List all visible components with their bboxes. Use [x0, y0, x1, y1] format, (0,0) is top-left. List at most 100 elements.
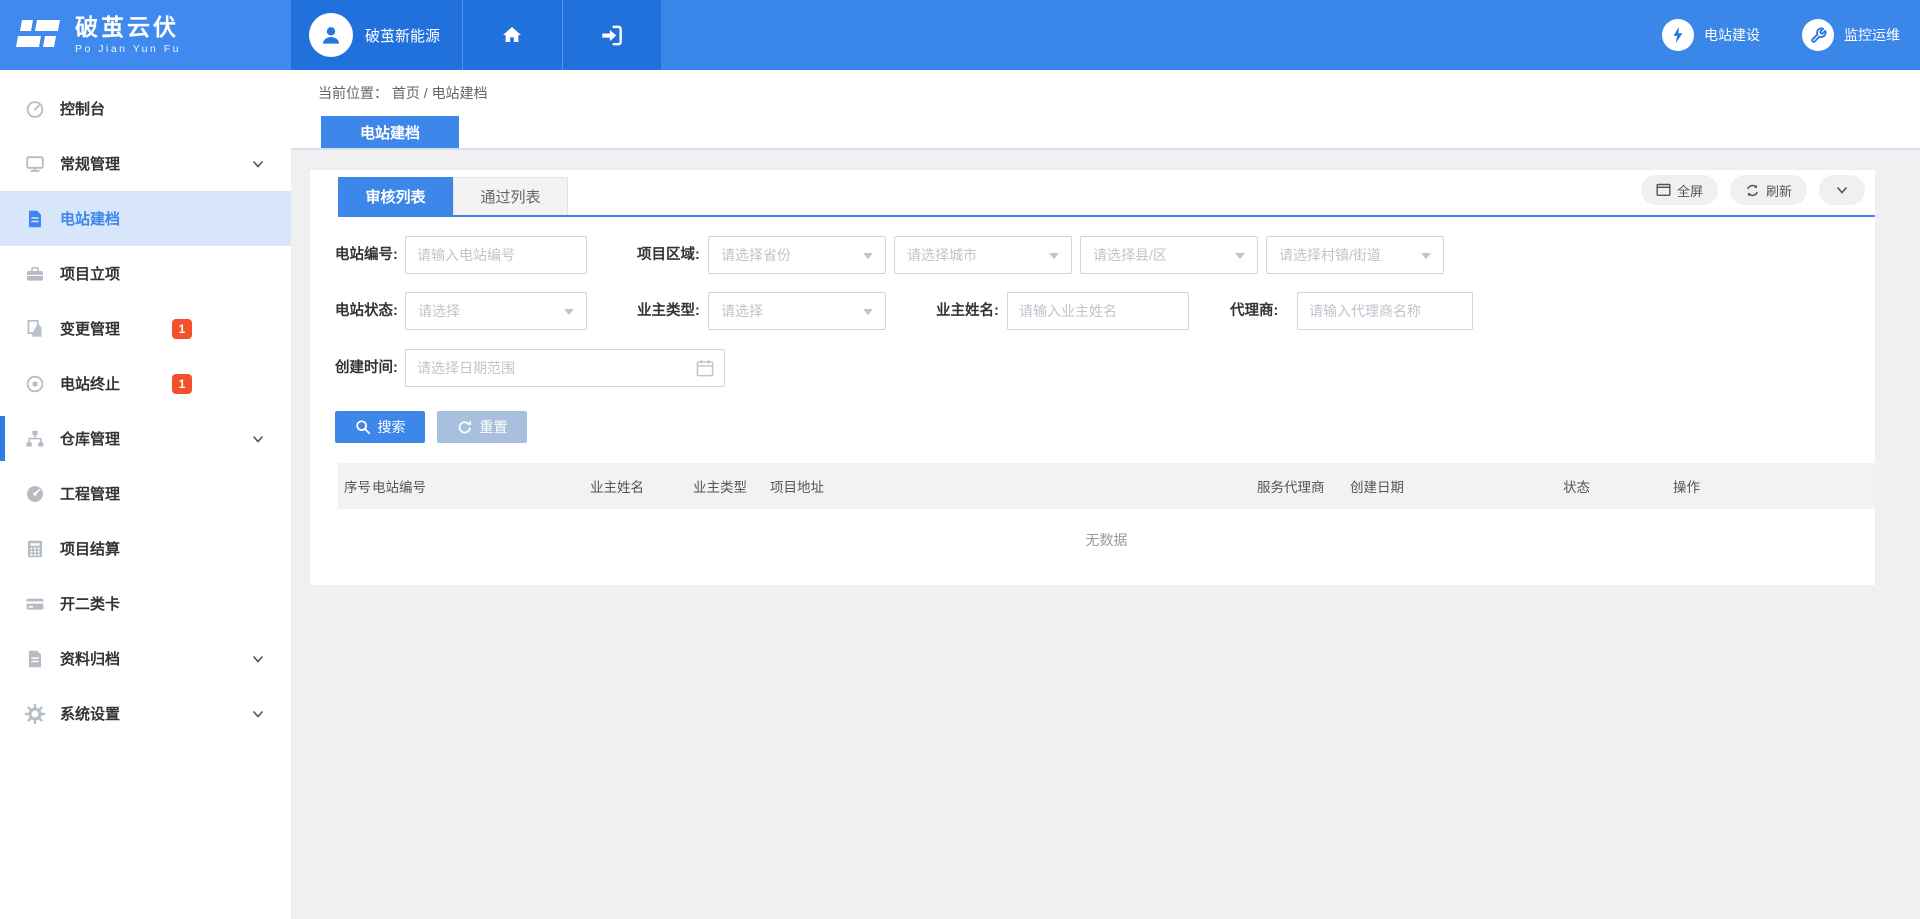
- search-icon: [355, 419, 371, 435]
- refresh-icon: [1745, 183, 1760, 198]
- avatar: [309, 13, 353, 57]
- search-label: 搜索: [378, 417, 406, 437]
- province-select[interactable]: 请选择省份: [708, 236, 886, 274]
- agent-input[interactable]: [1297, 292, 1473, 330]
- credit-card-icon: [25, 594, 45, 614]
- top-header: 破茧云伏 Po Jian Yun Fu 破茧新能源: [0, 0, 1920, 70]
- caret-down-icon: [863, 253, 873, 264]
- owner-name-label: 业主姓名:: [936, 292, 999, 330]
- reset-label: 重置: [480, 417, 508, 437]
- sidebar-item-dashboard[interactable]: 控制台: [0, 81, 291, 136]
- chevron-down-icon: [1835, 183, 1849, 197]
- user-menu[interactable]: 破茧新能源: [291, 0, 462, 70]
- sidebar-item-station-archive[interactable]: 电站建档: [0, 191, 291, 246]
- briefcase-icon: [25, 264, 45, 284]
- col-actions: 操作: [1673, 476, 1875, 496]
- brand: 破茧云伏 Po Jian Yun Fu: [75, 15, 181, 55]
- header-right: 电站建设 监控运维: [661, 0, 1920, 70]
- county-select[interactable]: 请选择县/区: [1080, 236, 1258, 274]
- reset-button[interactable]: 重置: [437, 411, 527, 443]
- filter-row-2: 电站状态: 请选择 业主类型: 请选择 业主姓名: 代理商:: [310, 292, 1875, 330]
- filter-actions: 搜索 重置: [310, 411, 1875, 443]
- monitor-icon: [25, 154, 45, 174]
- sidebar-item-change-management[interactable]: 变更管理 1: [0, 301, 291, 356]
- sidebar-item-label: 电站终止: [60, 373, 172, 394]
- speedometer-icon: [25, 484, 45, 504]
- logout-button[interactable]: [562, 0, 661, 70]
- home-button[interactable]: [463, 0, 562, 70]
- sitemap-icon: [25, 429, 45, 449]
- tab-passed-list[interactable]: 通过列表: [453, 177, 568, 215]
- empty-state: 无数据: [338, 509, 1875, 571]
- caret-down-icon: [863, 309, 873, 320]
- sidebar-item-label: 开二类卡: [60, 593, 265, 614]
- city-select[interactable]: 请选择城市: [894, 236, 1072, 274]
- breadcrumb-prefix: 当前位置：: [318, 85, 388, 101]
- col-index: 序号: [338, 476, 372, 496]
- status-placeholder: 请选择: [418, 301, 460, 321]
- breadcrumb-zone: 当前位置： 首页 / 电站建档 电站建档: [291, 70, 1920, 150]
- fullscreen-label: 全屏: [1677, 181, 1703, 200]
- user-icon: [318, 22, 344, 48]
- panel-tools: 全屏 刷新: [1641, 175, 1865, 205]
- calculator-icon: [25, 539, 45, 559]
- date-range-input[interactable]: [405, 349, 725, 387]
- filter-row-3: 创建时间:: [310, 349, 1875, 387]
- sidebar-item-engineering-management[interactable]: 工程管理: [0, 466, 291, 521]
- sidebar-item-system-settings[interactable]: 系统设置: [0, 686, 291, 741]
- station-status-select[interactable]: 请选择: [405, 292, 587, 330]
- province-placeholder: 请选择省份: [721, 245, 791, 265]
- sidebar-item-data-archive[interactable]: 资料归档: [0, 631, 291, 686]
- sidebar-item-general-management[interactable]: 常规管理: [0, 136, 291, 191]
- gear-icon: [25, 704, 45, 724]
- fullscreen-button[interactable]: 全屏: [1641, 175, 1718, 205]
- sidebar-item-label: 项目结算: [60, 538, 265, 559]
- sidebar: 控制台 常规管理 电站建档: [0, 70, 291, 919]
- window-icon: [1656, 183, 1671, 197]
- col-project-address: 项目地址: [770, 476, 1257, 496]
- module-monitor-ops[interactable]: 监控运维: [1802, 19, 1900, 51]
- owner-type-select[interactable]: 请选择: [708, 292, 886, 330]
- sidebar-item-project-settlement[interactable]: 项目结算: [0, 521, 291, 576]
- col-created-date: 创建日期: [1350, 476, 1563, 496]
- collapse-button[interactable]: [1819, 175, 1865, 205]
- city-placeholder: 请选择城市: [907, 245, 977, 265]
- panel: 审核列表 通过列表 全屏: [310, 170, 1875, 585]
- sidebar-item-label: 仓库管理: [60, 428, 251, 449]
- copy-documents-icon: [25, 319, 45, 339]
- breadcrumb-home[interactable]: 首页: [392, 85, 420, 101]
- caret-down-icon: [1049, 253, 1059, 264]
- sidebar-item-warehouse-management[interactable]: 仓库管理: [0, 411, 291, 466]
- sidebar-item-project-initiation[interactable]: 项目立项: [0, 246, 291, 301]
- sidebar-item-label: 电站建档: [60, 208, 265, 229]
- notification-badge: 1: [172, 319, 192, 339]
- search-button[interactable]: 搜索: [335, 411, 425, 443]
- sidebar-item-label: 工程管理: [60, 483, 265, 504]
- calendar-icon[interactable]: [695, 358, 715, 378]
- tab-review-list[interactable]: 审核列表: [338, 177, 453, 215]
- sidebar-item-label: 常规管理: [60, 153, 251, 174]
- chevron-down-icon: [251, 157, 265, 171]
- breadcrumb-separator: /: [424, 85, 432, 101]
- caret-down-icon: [1235, 253, 1245, 264]
- owner-type-label: 业主类型:: [637, 292, 700, 330]
- sidebar-item-card-opening[interactable]: 开二类卡: [0, 576, 291, 631]
- content: 审核列表 通过列表 全屏: [291, 150, 1920, 585]
- file-icon: [25, 649, 45, 669]
- station-status-label: 电站状态:: [335, 292, 398, 330]
- town-placeholder: 请选择村镇/街道: [1279, 245, 1381, 265]
- sidebar-item-station-termination[interactable]: 电站终止 1: [0, 356, 291, 411]
- refresh-button[interactable]: 刷新: [1730, 175, 1807, 205]
- station-no-input[interactable]: [405, 236, 587, 274]
- data-table: 序号 电站编号 业主姓名 业主类型 项目地址 服务代理商 创建日期 状态 操作 …: [338, 463, 1875, 571]
- logo-area[interactable]: 破茧云伏 Po Jian Yun Fu: [0, 0, 291, 70]
- chevron-down-icon: [251, 432, 265, 446]
- owner-name-input[interactable]: [1007, 292, 1189, 330]
- gauge-icon: [25, 99, 45, 119]
- bolt-icon: [1662, 19, 1694, 51]
- module-station-build[interactable]: 电站建设: [1662, 19, 1760, 51]
- town-select[interactable]: 请选择村镇/街道: [1266, 236, 1444, 274]
- col-station-no: 电站编号: [372, 476, 590, 496]
- page-tab-station-archive[interactable]: 电站建档: [321, 116, 459, 148]
- region-label: 项目区域:: [637, 236, 700, 274]
